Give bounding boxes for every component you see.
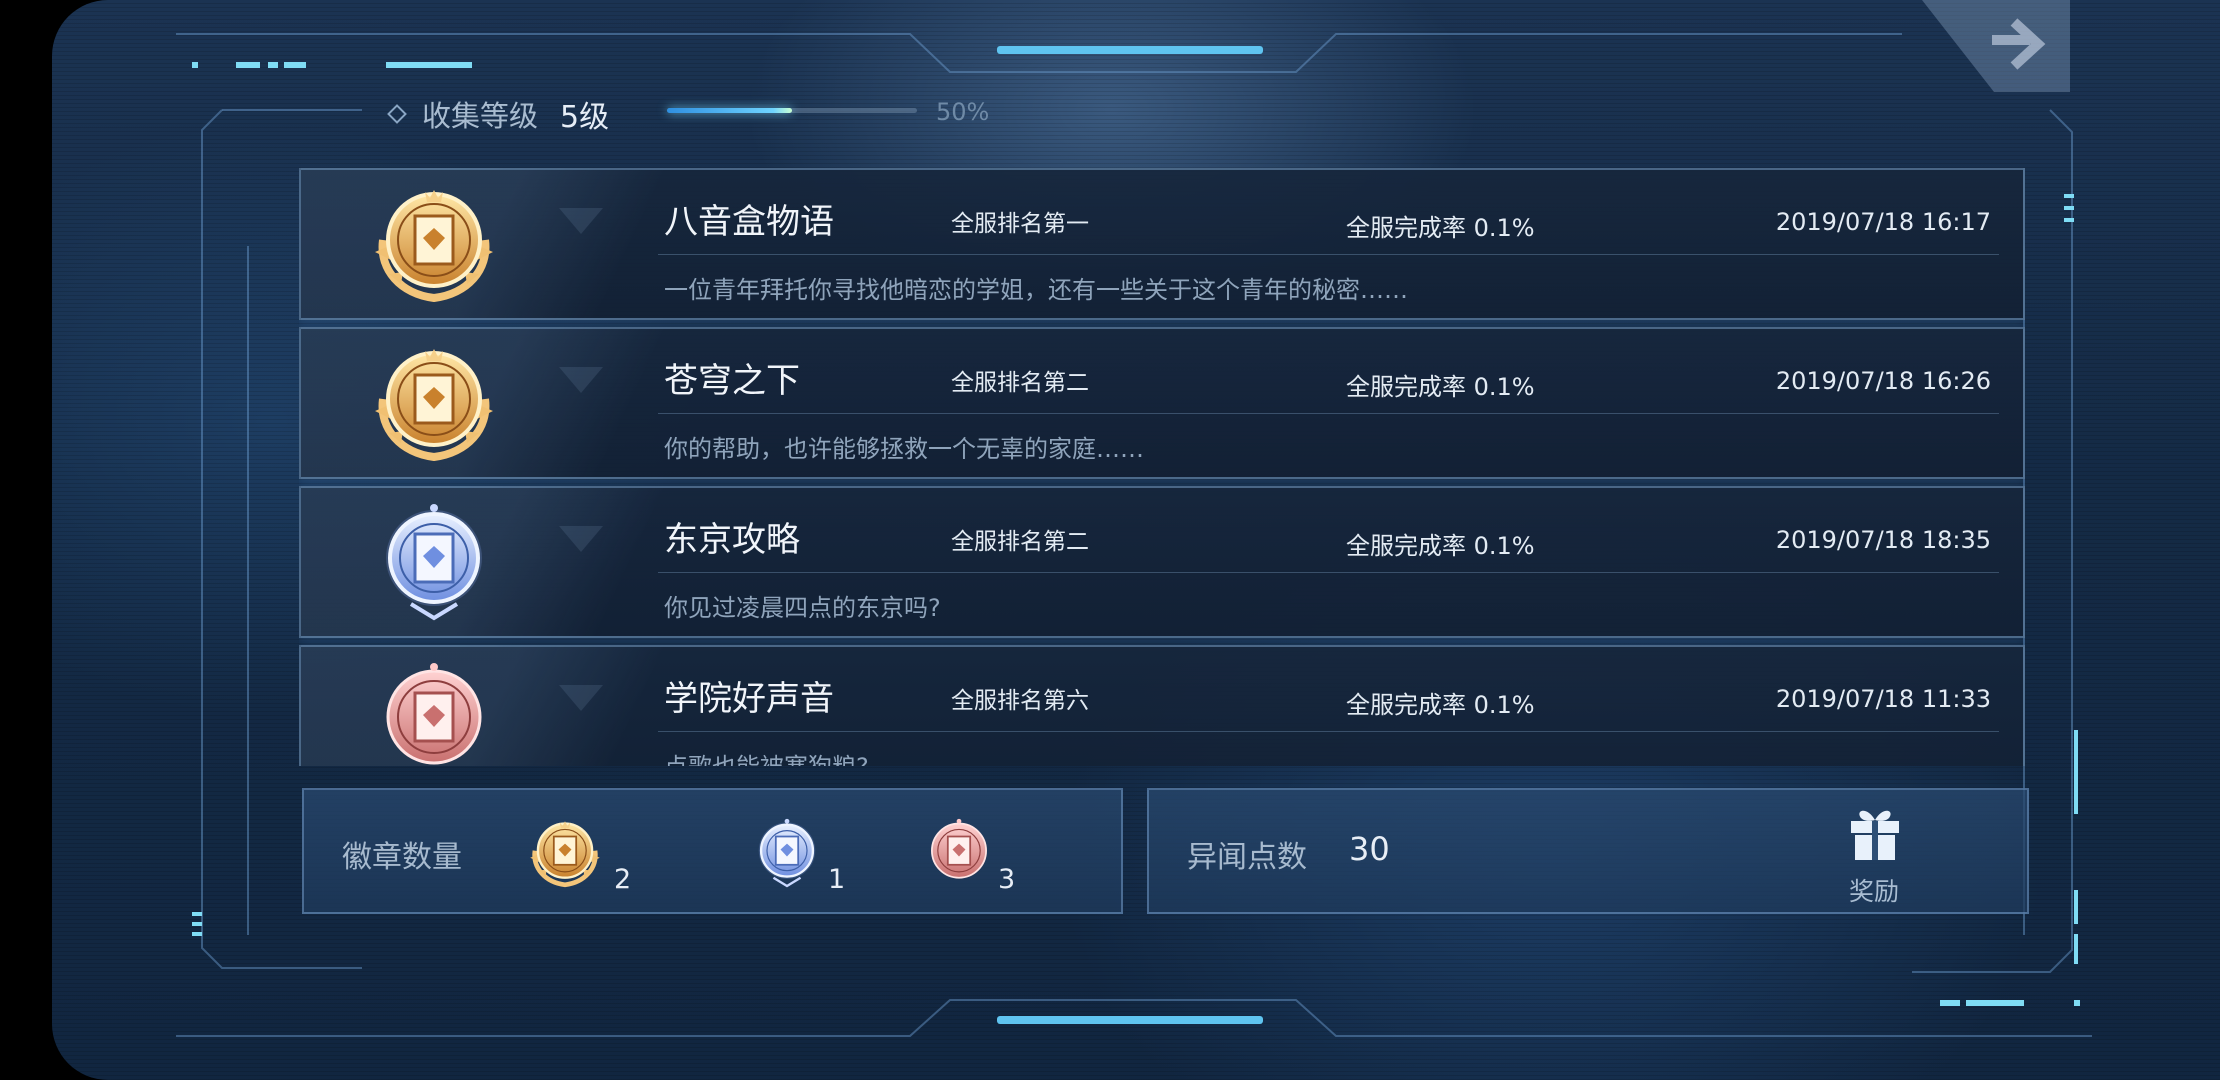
level-progress-fill <box>667 108 792 113</box>
row-divider <box>658 572 1999 573</box>
row-divider <box>658 413 1999 414</box>
triangle-icon <box>559 367 603 393</box>
achievement-rank: 全服排名第二 <box>951 370 1089 396</box>
gift-icon <box>1851 810 1899 860</box>
points-panel: 异闻点数 30 奖励 <box>1147 788 2029 914</box>
triangle-icon <box>559 526 603 552</box>
gold-badge-icon <box>361 341 507 465</box>
reward-label: 奖励 <box>1848 877 1899 906</box>
achievement-completion-rate: 全服完成率 0.1% <box>1346 214 1535 242</box>
achievement-description: 你的帮助，也许能够拯救一个无辜的家庭…… <box>664 435 1144 463</box>
achievement-title: 苍穹之下 <box>664 361 800 401</box>
achievement-row[interactable]: 八音盒物语 全服排名第一 全服完成率 0.1% 2019/07/18 16:17… <box>299 168 2025 320</box>
achievement-row[interactable]: 东京攻略 全服排名第二 全服完成率 0.1% 2019/07/18 18:35 … <box>299 486 2025 638</box>
collection-level: 收集等级 5级 <box>387 92 610 136</box>
achievement-row[interactable]: 苍穹之下 全服排名第二 全服完成率 0.1% 2019/07/18 16:26 … <box>299 327 2025 479</box>
achievement-list[interactable]: 八音盒物语 全服排名第一 全服完成率 0.1% 2019/07/18 16:17… <box>299 168 2025 766</box>
bronze-badge-icon <box>916 814 1002 892</box>
achievement-description: 点歌也能被塞狗粮? <box>664 747 869 766</box>
reward-button[interactable]: 奖励 <box>1829 804 1919 906</box>
collection-level-value: 5级 <box>560 100 610 135</box>
badge-count-label: 徽章数量 <box>342 840 462 875</box>
achievement-completion-rate: 全服完成率 0.1% <box>1346 691 1535 719</box>
points-label: 异闻点数 <box>1187 840 1307 875</box>
gold-badge-count: 2 <box>614 864 632 895</box>
achievement-row[interactable]: 学院好声音 全服排名第六 全服完成率 0.1% 2019/07/18 11:33… <box>299 645 2025 766</box>
row-divider <box>658 731 1999 732</box>
triangle-icon <box>559 685 603 711</box>
row-divider <box>658 254 1999 255</box>
achievement-completion-rate: 全服完成率 0.1% <box>1346 373 1535 401</box>
achievement-title: 东京攻略 <box>664 520 800 560</box>
achievement-date: 2019/07/18 18:35 <box>1775 526 1991 554</box>
achievement-title: 八音盒物语 <box>664 202 834 242</box>
silver-badge-count: 1 <box>828 864 846 895</box>
achievement-description: 一位青年拜托你寻找他暗恋的学姐，还有一些关于这个青年的秘密…… <box>664 276 1408 304</box>
level-progress-text: 50% <box>936 98 990 126</box>
triangle-icon <box>559 208 603 234</box>
back-button[interactable] <box>1922 0 2070 92</box>
badge-count-panel: 徽章数量 2 1 3 <box>302 788 1123 914</box>
collection-level-label: 收集等级 <box>422 99 539 133</box>
gold-badge-icon <box>361 182 507 306</box>
silver-badge-icon <box>361 500 507 624</box>
achievement-date: 2019/07/18 16:17 <box>1775 208 1991 236</box>
diamond-icon <box>387 104 407 124</box>
achievement-rank: 全服排名第二 <box>951 529 1089 555</box>
achievement-title: 学院好声音 <box>664 679 834 719</box>
collection-screen: 收集等级 5级 50% 八音盒物语 全服排名第一 全服完成率 0.1% 2019… <box>52 0 2220 1080</box>
silver-badge-icon <box>744 814 830 892</box>
bronze-badge-icon <box>361 659 507 766</box>
points-value: 30 <box>1349 830 1390 868</box>
achievement-date: 2019/07/18 11:33 <box>1775 685 1991 713</box>
achievement-rank: 全服排名第一 <box>951 211 1089 237</box>
achievement-date: 2019/07/18 16:26 <box>1775 367 1991 395</box>
arrow-right-icon <box>1922 0 2070 92</box>
achievement-rank: 全服排名第六 <box>951 688 1089 714</box>
achievement-completion-rate: 全服完成率 0.1% <box>1346 532 1535 560</box>
level-progress-bar <box>667 108 917 113</box>
achievement-description: 你见过凌晨四点的东京吗? <box>664 594 941 622</box>
gold-badge-icon <box>522 814 608 892</box>
bronze-badge-count: 3 <box>998 864 1016 895</box>
